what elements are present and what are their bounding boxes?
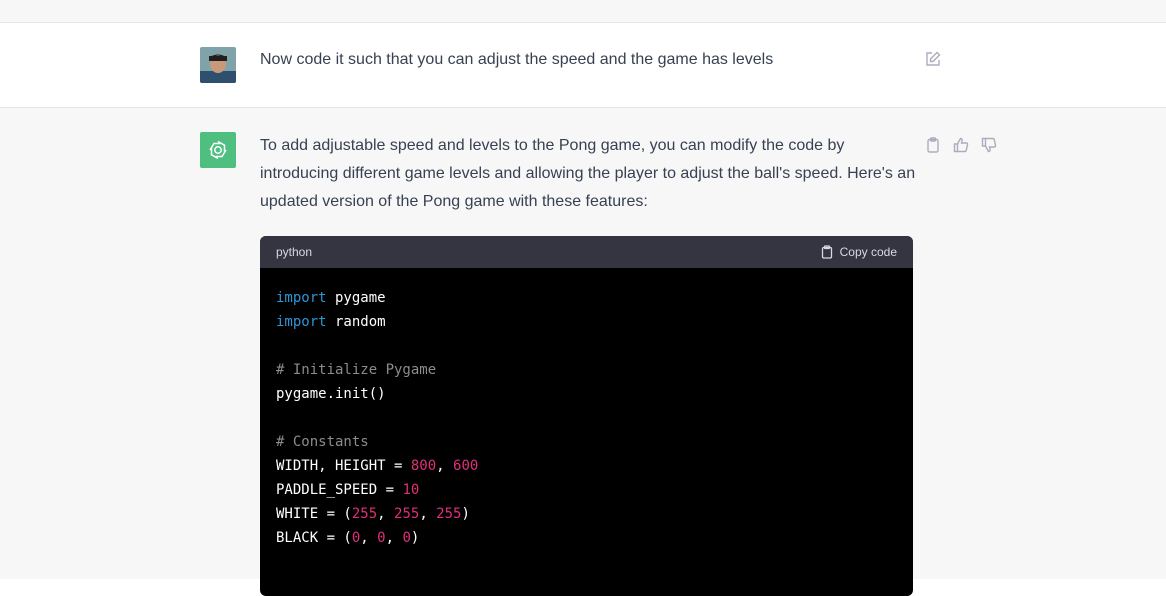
code-line: import random xyxy=(276,310,897,334)
code-line: BLACK = (0, 0, 0) xyxy=(276,526,897,550)
code-token: 255 xyxy=(436,506,462,522)
code-token: , xyxy=(377,506,395,522)
code-token: random xyxy=(326,314,386,330)
code-token: import xyxy=(276,314,327,330)
code-line: # Constants xyxy=(276,430,897,454)
code-token: 255 xyxy=(394,506,420,522)
code-line: PADDLE_SPEED = 10 xyxy=(276,478,897,502)
code-token: 255 xyxy=(351,506,378,522)
code-token: 0 xyxy=(377,530,386,546)
thumbs-up-icon[interactable] xyxy=(952,136,970,154)
code-token: 0 xyxy=(402,530,411,546)
code-language-label: python xyxy=(276,245,313,259)
code-block: python Copy code import pygame import ran… xyxy=(260,236,913,596)
code-token: ) xyxy=(410,530,420,546)
code-token: BLACK = ( xyxy=(276,530,352,546)
code-token: pygame.init() xyxy=(276,386,386,402)
thumbs-down-icon[interactable] xyxy=(980,136,998,154)
code-token: import xyxy=(276,290,327,306)
code-token: ) xyxy=(461,506,470,522)
code-line: # Initialize Pygame xyxy=(276,358,897,382)
copy-code-label: Copy code xyxy=(839,245,897,259)
code-block-header: python Copy code xyxy=(260,236,913,268)
code-token: , xyxy=(436,458,454,474)
code-token: WHITE = ( xyxy=(276,506,352,522)
code-token: WIDTH, HEIGHT = xyxy=(276,458,411,474)
code-token: , xyxy=(385,530,403,546)
assistant-avatar xyxy=(200,132,236,168)
user-message-row: Now code it such that you can adjust the… xyxy=(0,23,1166,108)
clipboard-icon xyxy=(821,245,832,259)
code-token: PADDLE_SPEED = xyxy=(276,482,403,498)
code-token: 600 xyxy=(453,458,479,474)
code-token: # Initialize Pygame xyxy=(276,362,437,378)
assistant-message-row: To add adjustable speed and levels to th… xyxy=(0,108,1166,596)
code-token: , xyxy=(419,506,437,522)
code-token: 10 xyxy=(402,482,420,498)
copy-code-button[interactable]: Copy code xyxy=(820,245,897,259)
code-token: 800 xyxy=(410,458,437,474)
top-bar xyxy=(0,0,1166,23)
code-token: , xyxy=(360,530,378,546)
assistant-intro-text: To add adjustable speed and levels to th… xyxy=(260,137,916,210)
clipboard-icon[interactable] xyxy=(924,136,942,154)
user-message-text: Now code it such that you can adjust the… xyxy=(260,51,774,68)
code-line: WIDTH, HEIGHT = 800, 600 xyxy=(276,454,897,478)
code-line: WHITE = (255, 255, 255) xyxy=(276,502,897,526)
code-token: pygame xyxy=(326,290,386,306)
code-token: # Constants xyxy=(276,434,369,450)
openai-logo-icon xyxy=(209,140,227,160)
user-avatar xyxy=(200,47,236,83)
code-line: pygame.init() xyxy=(276,382,897,406)
edit-icon[interactable] xyxy=(924,50,942,68)
code-line: import pygame xyxy=(276,286,897,310)
code-content: import pygame import random # Initialize … xyxy=(260,268,913,568)
